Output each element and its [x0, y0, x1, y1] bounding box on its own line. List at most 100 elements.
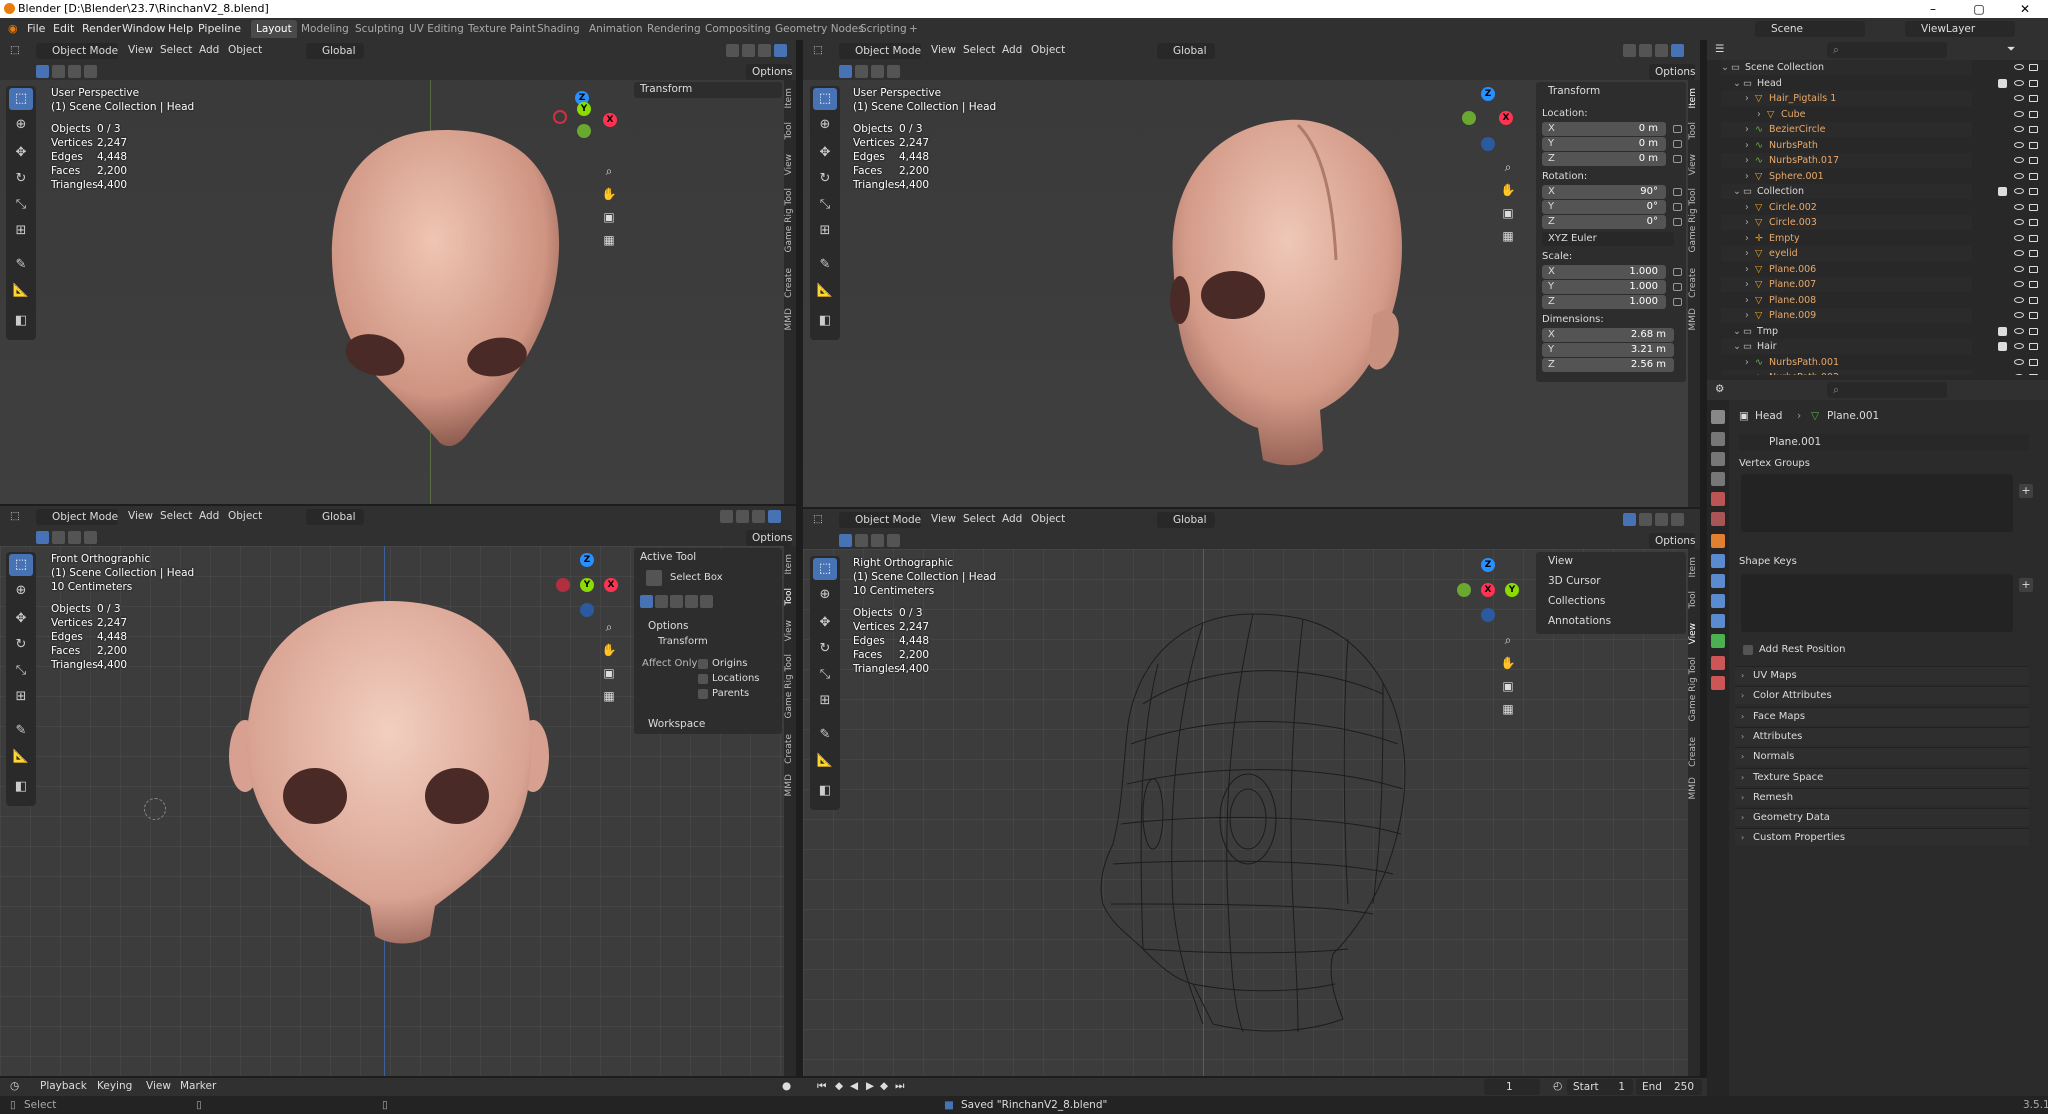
options-button[interactable]: Options [1649, 64, 1696, 80]
side-tab-view[interactable]: View [1688, 623, 1701, 644]
render-camera-icon[interactable] [2029, 157, 2038, 164]
shading-material-icon[interactable] [1655, 513, 1668, 526]
locations-checkbox[interactable] [698, 674, 708, 684]
options-button[interactable]: Options [746, 64, 793, 80]
render-camera-icon[interactable] [2029, 296, 2038, 304]
lock-icon[interactable] [1673, 268, 1682, 276]
gizmo-neg-x[interactable] [556, 578, 570, 592]
transform-tool-icon[interactable]: ⊞ [9, 686, 33, 708]
editor-type-icon[interactable]: ⬚ [10, 510, 20, 522]
rotate-tool-icon[interactable]: ↻ [813, 168, 837, 190]
vertex-groups-title[interactable]: Vertex Groups [1739, 458, 1810, 469]
view-menu[interactable]: View [931, 513, 956, 525]
select-subtract-icon[interactable] [871, 65, 884, 78]
scale-tool-icon[interactable]: ⤡ [9, 660, 33, 682]
maximize-icon[interactable]: ▢ [1956, 0, 2002, 18]
outliner-search[interactable]: ⌕ [1827, 42, 1947, 58]
shape-keys-list[interactable] [1741, 574, 2013, 632]
select-menu[interactable]: Select [160, 44, 192, 56]
transform-panel-title[interactable]: Transform [1548, 85, 1600, 97]
properties-section[interactable]: › Custom Properties [1735, 828, 2029, 847]
properties-editor-icon[interactable]: ⚙ [1715, 383, 1724, 395]
camera-view-icon[interactable]: ▣ [598, 206, 620, 228]
tab-texture-paint[interactable]: Texture Paint [463, 20, 541, 38]
lock-icon[interactable] [1673, 298, 1682, 306]
render-camera-icon[interactable] [2029, 281, 2038, 288]
add-cube-tool-icon[interactable]: ◧ [813, 780, 837, 802]
visibility-eye-icon[interactable] [2014, 374, 2024, 375]
visibility-eye-icon[interactable] [2014, 296, 2024, 303]
zoom-icon[interactable]: ⌕ [598, 160, 620, 182]
side-tab-mmd[interactable]: MMD [784, 308, 797, 330]
expand-arrow-icon[interactable]: › [1745, 246, 1749, 261]
render-camera-icon[interactable] [2029, 250, 2038, 257]
world-icon[interactable] [1711, 512, 1725, 526]
side-tab-view[interactable]: View [784, 620, 797, 641]
lock-icon[interactable] [1673, 188, 1682, 196]
visibility-eye-icon[interactable] [2014, 157, 2024, 163]
playback-menu[interactable]: Playback [40, 1080, 87, 1092]
add-vertex-group-button[interactable]: + [2019, 484, 2033, 498]
zoom-icon[interactable]: ⌕ [1497, 156, 1519, 178]
cursor-tool-icon[interactable]: ⊕ [9, 114, 33, 136]
outliner-row[interactable]: › ▽ Plane.008 [1721, 293, 2038, 308]
properties-section[interactable]: › Attributes [1735, 726, 2029, 745]
expand-arrow-icon[interactable]: › [1745, 215, 1749, 230]
add-workspace-button[interactable]: + [904, 20, 923, 38]
collection-checkbox[interactable] [1998, 78, 2007, 88]
transform-tool-icon[interactable]: ⊞ [813, 220, 837, 242]
menu-edit[interactable]: Edit [53, 22, 74, 35]
lock-icon[interactable] [1673, 203, 1682, 211]
render-camera-icon[interactable] [2029, 64, 2038, 71]
breadcrumb-object[interactable]: Head [1755, 410, 1782, 422]
select-invert-icon[interactable] [700, 595, 713, 608]
add-menu[interactable]: Add [199, 510, 219, 522]
gizmo-neg-z[interactable] [1481, 137, 1495, 151]
measure-tool-icon[interactable]: 📐 [813, 280, 837, 302]
expand-arrow-icon[interactable]: ⌄ [1733, 339, 1741, 354]
options-panel-title[interactable]: Options [648, 620, 689, 632]
select-box-tool-icon[interactable]: ⬚ [9, 554, 33, 576]
shading-material-icon[interactable] [758, 44, 771, 57]
timeline-editor-icon[interactable]: ◷ [10, 1080, 19, 1092]
tab-sculpting[interactable]: Sculpting [350, 20, 409, 38]
gizmo-neg-y[interactable] [1457, 583, 1471, 597]
rotate-tool-icon[interactable]: ↻ [9, 634, 33, 656]
dimensions-z-field[interactable]: Z 2.56 m [1542, 358, 1674, 372]
expand-arrow-icon[interactable]: › [1745, 169, 1749, 184]
visibility-eye-icon[interactable] [2014, 79, 2024, 86]
start-frame-field[interactable]: Start 1 [1567, 1079, 1633, 1095]
add-rest-position-checkbox[interactable] [1743, 645, 1753, 655]
visibility-eye-icon[interactable] [2014, 95, 2024, 101]
gizmo-z-axis[interactable]: Z [1481, 87, 1495, 101]
filter-icon[interactable]: ⏷ [2007, 43, 2015, 56]
shading-rendered-icon[interactable] [1671, 513, 1684, 526]
expand-arrow-icon[interactable]: ⌄ [1721, 60, 1729, 75]
location-x-field[interactable]: X 0 m [1542, 122, 1666, 136]
shading-rendered-icon[interactable] [768, 510, 781, 523]
scene-selector[interactable]: Scene [1755, 21, 1865, 37]
camera-view-icon[interactable]: ▣ [1497, 202, 1519, 224]
mode-dropdown[interactable]: Object Mode [839, 512, 921, 528]
view-section-3d-cursor[interactable]: 3D Cursor [1548, 575, 1601, 587]
orientation-dropdown[interactable]: Global [306, 43, 364, 59]
menu-window[interactable]: Window [122, 22, 165, 35]
select-intersect-icon[interactable] [887, 534, 900, 547]
rotate-tool-icon[interactable]: ↻ [9, 168, 33, 190]
outliner-row[interactable]: › ∿ NurbsPath.002 [1721, 370, 2038, 375]
gizmo-z-axis[interactable]: Z [580, 553, 594, 567]
location-y-field[interactable]: Y 0 m [1542, 137, 1666, 151]
outliner-row[interactable]: › ▽ Hair_Pigtails 1 [1721, 91, 2038, 106]
properties-section[interactable]: › Remesh [1735, 787, 2029, 806]
render-icon[interactable] [1711, 432, 1725, 446]
select-intersect-icon[interactable] [887, 65, 900, 78]
view-section-annotations[interactable]: Annotations [1548, 615, 1611, 627]
ortho-toggle-icon[interactable]: ▦ [1497, 225, 1519, 247]
outliner-row[interactable]: › ▽ Sphere.001 [1721, 169, 2038, 184]
collection-checkbox[interactable] [1998, 187, 2007, 196]
rotation-y-field[interactable]: Y 0° [1542, 200, 1666, 214]
select-extend-icon[interactable] [52, 531, 65, 544]
render-camera-icon[interactable] [2029, 312, 2038, 319]
vertex-groups-list[interactable] [1741, 474, 2013, 532]
menu-pipeline[interactable]: Pipeline [198, 22, 241, 35]
